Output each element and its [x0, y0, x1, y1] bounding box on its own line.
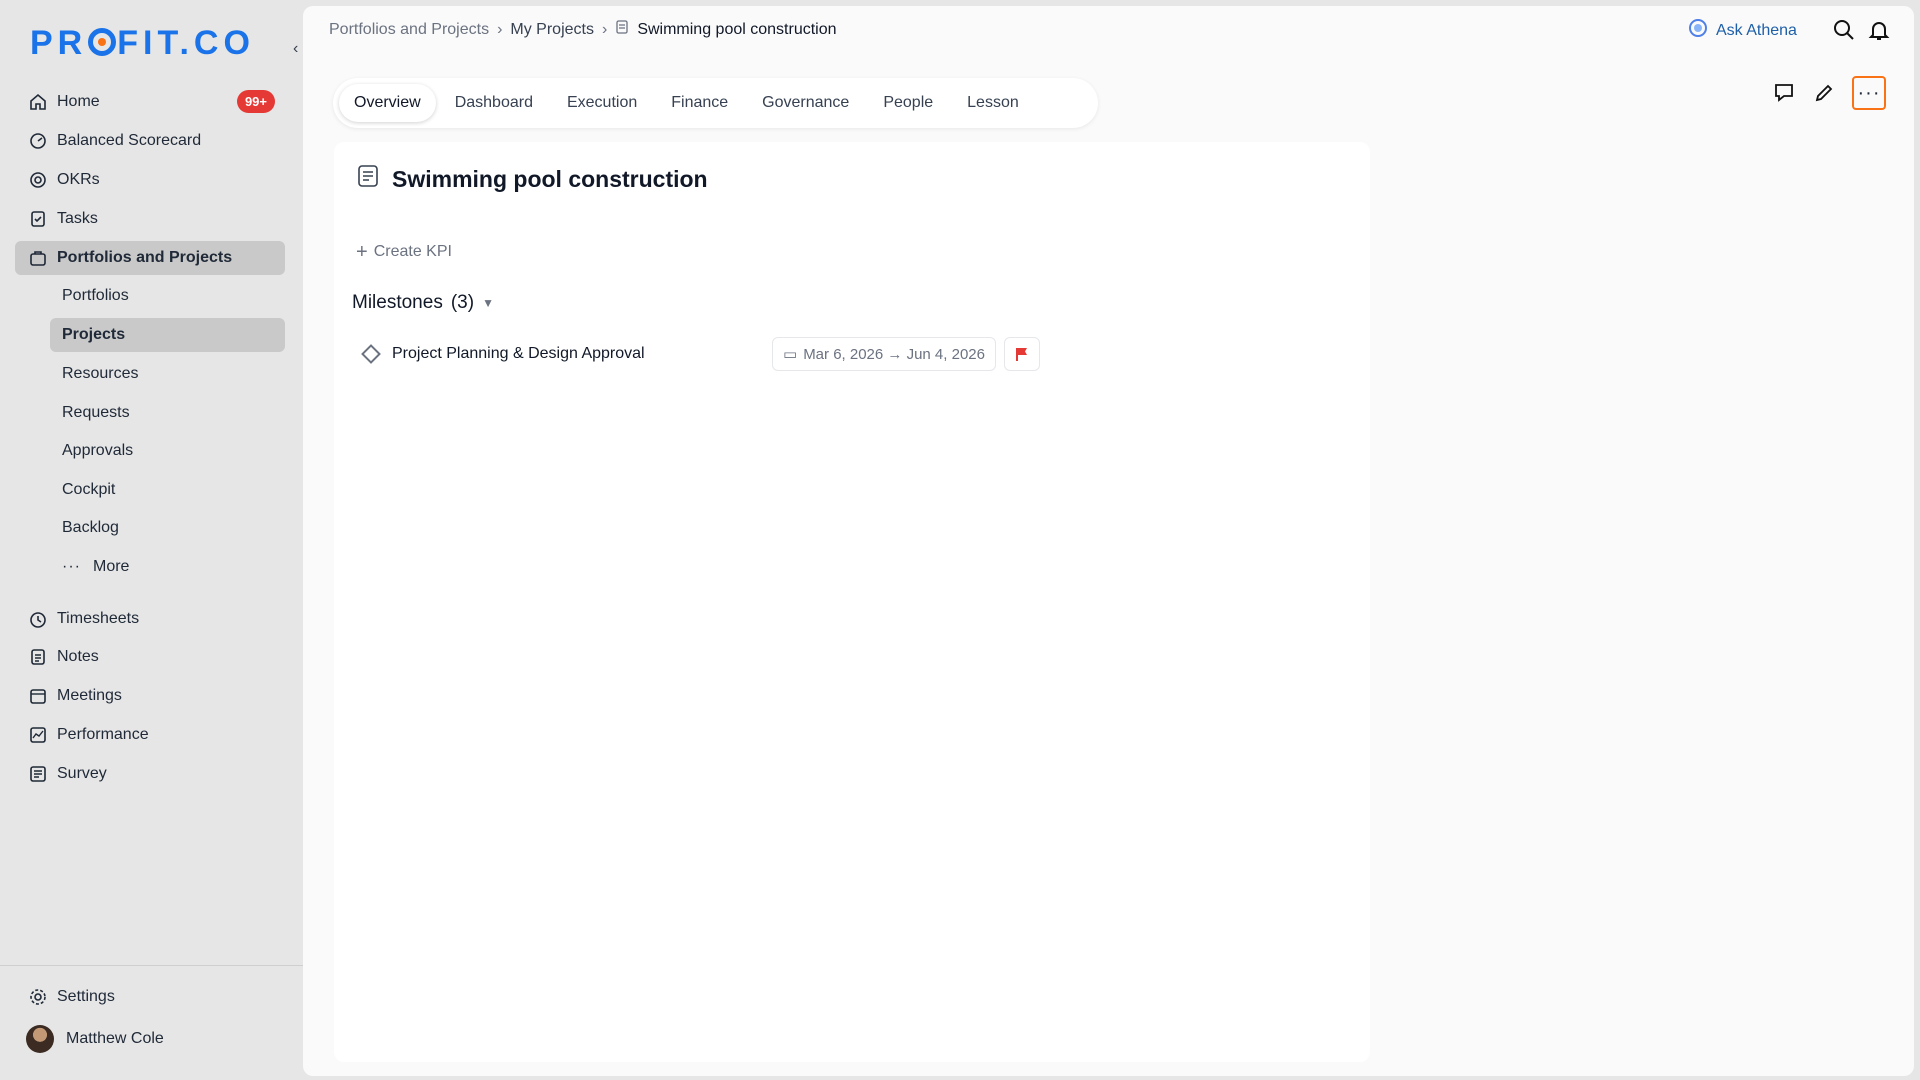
sidebar-item-label: Meetings: [57, 687, 122, 704]
document-icon: [615, 20, 629, 39]
notes-icon: [29, 648, 47, 666]
sidebar-item-label: Performance: [57, 726, 149, 743]
gear-icon: [29, 988, 47, 1006]
scorecard-icon: [29, 132, 47, 150]
milestone-diamond-icon: [361, 344, 381, 364]
project-card: Swimming pool construction + Create KPI …: [334, 142, 1370, 1062]
notification-badge: 99+: [236, 90, 275, 113]
sidebar-item-settings[interactable]: Settings: [15, 980, 285, 1014]
project-title: Swimming pool construction: [356, 164, 708, 194]
milestone-date-range[interactable]: ▭ Mar 6, 2026 → Jun 4, 2026: [772, 337, 996, 371]
milestone-name[interactable]: Project Planning & Design Approval: [392, 345, 645, 363]
sidebar-item-timesheets[interactable]: Timesheets: [15, 602, 285, 636]
sidebar-item-label: Balanced Scorecard: [57, 132, 202, 149]
collapse-sidebar-icon[interactable]: ‹: [293, 40, 298, 58]
sidebar-item-label: Settings: [57, 988, 115, 1005]
sidebar-divider: [0, 965, 303, 966]
sidebar-item-label: Timesheets: [57, 610, 140, 627]
sidebar-item-balanced-scorecard[interactable]: Balanced Scorecard: [15, 124, 285, 158]
athena-icon: [1688, 18, 1708, 43]
sidebar-subitem-portfolios[interactable]: Portfolios: [50, 279, 285, 313]
sidebar-item-label: Home: [57, 93, 100, 110]
main-panel: Portfolios and Projects › My Projects › …: [303, 6, 1914, 1076]
flag-icon[interactable]: [1004, 337, 1040, 371]
breadcrumb-my-projects[interactable]: My Projects: [510, 21, 594, 39]
breadcrumb-separator-icon: ›: [497, 20, 503, 38]
sidebar-item-label: Survey: [57, 765, 107, 782]
sidebar-item-label: Tasks: [57, 210, 98, 227]
more-dots-icon: ···: [62, 558, 81, 575]
breadcrumb-separator-icon: ›: [601, 20, 608, 38]
tab-execution[interactable]: Execution: [552, 84, 652, 122]
sidebar-subitem-more[interactable]: ··· More: [50, 550, 285, 584]
project-title-text: Swimming pool construction: [392, 165, 708, 192]
tab-people[interactable]: People: [868, 84, 948, 122]
calendar-icon: ▭: [783, 346, 798, 363]
search-icon[interactable]: [1832, 18, 1856, 42]
user-profile[interactable]: Matthew Cole: [26, 1025, 164, 1053]
sidebar: PR FIT.CO ‹ Home 99+ Balanced Scorecard O…: [0, 0, 303, 1080]
sidebar-subitem-resources[interactable]: Resources: [50, 357, 285, 391]
calendar-icon: [29, 687, 47, 705]
sidebar-item-performance[interactable]: Performance: [15, 718, 285, 752]
document-icon: [356, 164, 380, 194]
sidebar-item-portfolios-and-projects[interactable]: Portfolios and Projects: [15, 241, 285, 275]
target-icon: [29, 171, 47, 189]
sidebar-item-notes[interactable]: Notes: [15, 640, 285, 674]
sidebar-item-label: Notes: [57, 648, 99, 665]
ask-athena-button[interactable]: Ask Athena: [1688, 18, 1797, 43]
profitco-logo[interactable]: PR FIT.CO: [30, 24, 255, 63]
tab-overview[interactable]: Overview: [339, 84, 436, 122]
sidebar-item-meetings[interactable]: Meetings: [15, 679, 285, 713]
sidebar-item-label: Portfolios and Projects: [57, 249, 233, 266]
breadcrumb-portfolios-and-projects[interactable]: Portfolios and Projects: [329, 21, 489, 39]
tab-dashboard[interactable]: Dashboard: [440, 84, 548, 122]
plus-icon: +: [356, 241, 368, 263]
milestones-count: (3): [450, 292, 475, 313]
sidebar-subitem-backlog[interactable]: Backlog: [50, 511, 285, 545]
create-kpi-button[interactable]: + Create KPI: [356, 242, 452, 262]
home-icon: [29, 93, 47, 111]
notification-bell-icon[interactable]: [1867, 18, 1891, 42]
chart-icon: [29, 726, 47, 744]
sidebar-subitem-cockpit[interactable]: Cockpit: [50, 473, 285, 507]
edit-pencil-icon[interactable]: [1813, 82, 1837, 106]
sidebar-item-tasks[interactable]: Tasks: [15, 202, 285, 236]
user-name: Matthew Cole: [66, 1030, 164, 1047]
tab-finance[interactable]: Finance: [656, 84, 743, 122]
breadcrumb: Portfolios and Projects › My Projects › …: [329, 20, 837, 39]
milestones-label: Milestones: [352, 292, 443, 313]
sidebar-item-home[interactable]: Home 99+: [15, 85, 285, 119]
chevron-down-icon: ▼: [482, 296, 494, 310]
milestone-row[interactable]: Project Planning & Design Approval ▭ Mar …: [352, 332, 1362, 376]
sidebar-subitem-approvals[interactable]: Approvals: [50, 434, 285, 468]
comment-icon[interactable]: [1773, 82, 1797, 106]
sidebar-subitem-projects[interactable]: Projects: [50, 318, 285, 352]
clock-icon: [29, 610, 47, 628]
breadcrumb-current-project: Swimming pool construction: [637, 20, 837, 38]
sidebar-item-survey[interactable]: Survey: [15, 757, 285, 791]
more-options-button[interactable]: ···: [1852, 76, 1886, 110]
milestone-date-text: Mar 6, 2026 → Jun 4, 2026: [803, 345, 985, 363]
avatar: [26, 1025, 54, 1053]
sidebar-item-label: OKRs: [57, 171, 100, 188]
tab-governance[interactable]: Governance: [747, 84, 864, 122]
more-horizontal-icon: ···: [1857, 82, 1881, 104]
sidebar-subitem-requests[interactable]: Requests: [50, 396, 285, 430]
survey-icon: [29, 765, 47, 783]
project-tabs: Overview Dashboard Execution Finance Gov…: [333, 78, 1098, 128]
briefcase-icon: [29, 249, 47, 267]
milestones-header[interactable]: Milestones (3) ▼: [352, 292, 494, 314]
sidebar-item-okrs[interactable]: OKRs: [15, 163, 285, 197]
more-label: More: [92, 558, 130, 575]
tasks-icon: [29, 210, 47, 228]
create-kpi-label: Create KPI: [373, 243, 452, 260]
ask-athena-label: Ask Athena: [1716, 21, 1797, 39]
tab-lesson[interactable]: Lesson: [952, 84, 1034, 122]
